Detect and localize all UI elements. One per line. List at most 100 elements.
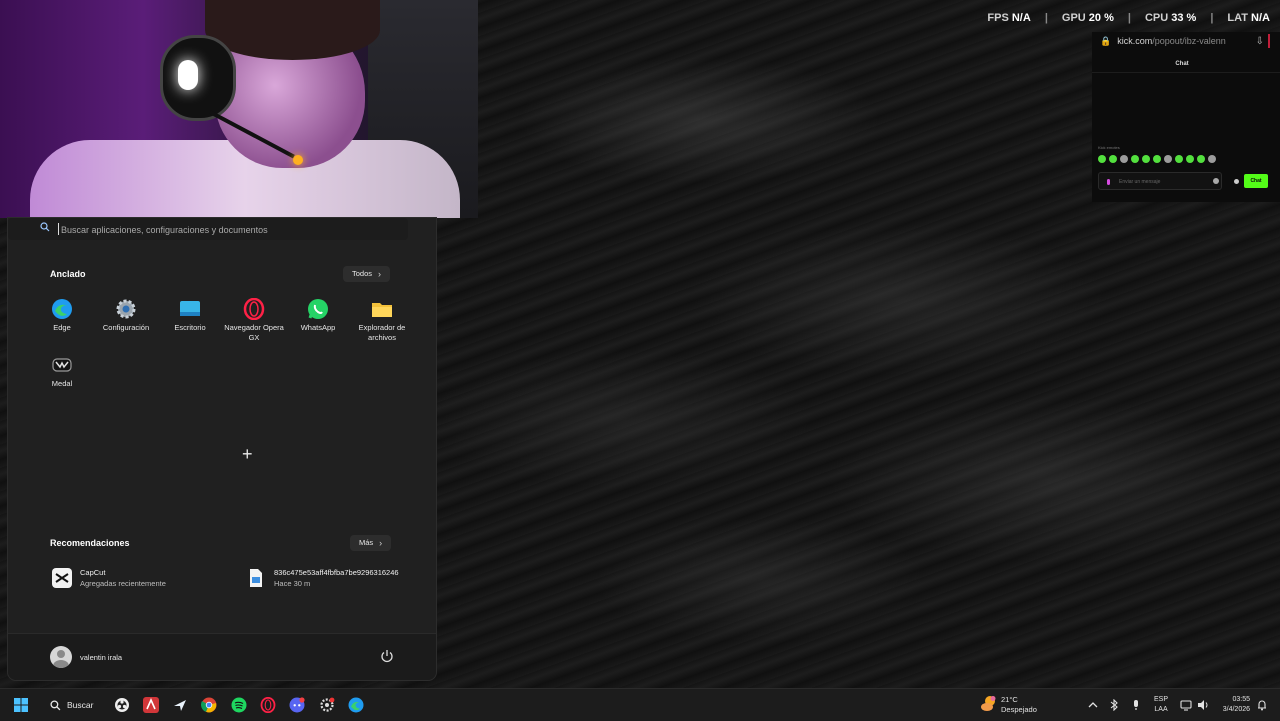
emote-icon[interactable]	[1120, 155, 1128, 163]
user-account-button[interactable]: valentin irala	[50, 646, 122, 668]
app-label: WhatsApp	[300, 323, 336, 332]
stat-separator: |	[1127, 12, 1131, 24]
pinned-app-medal[interactable]: Medal	[30, 354, 94, 389]
chevron-right-icon: ›	[378, 269, 382, 279]
headset-mic-tip	[293, 155, 303, 165]
weather-widget[interactable]: 21°C Despejado	[1001, 695, 1037, 715]
pinned-title: Anclado	[50, 269, 86, 279]
url-domain: kick.com	[1117, 36, 1153, 46]
opera-gx-icon[interactable]	[260, 697, 276, 713]
emote-icon[interactable]	[1153, 155, 1161, 163]
app-label: Medal	[51, 379, 73, 388]
folder-icon	[371, 298, 393, 320]
riot-icon[interactable]	[143, 697, 159, 713]
start-menu-footer: valentin irala	[8, 633, 436, 680]
pinned-app-file-explorer[interactable]: Explorador de archivos	[350, 298, 414, 343]
pinned-app-settings[interactable]: Configuración	[94, 298, 158, 333]
weather-sun-icon[interactable]	[980, 695, 998, 713]
app-label: Edge	[53, 323, 71, 332]
pinned-app-desktop[interactable]: Escritorio	[158, 298, 222, 333]
emote-icon[interactable]	[1197, 155, 1205, 163]
volume-icon[interactable]	[1197, 699, 1209, 711]
emote-icon[interactable]	[1098, 155, 1106, 163]
emote-icon[interactable]	[1109, 155, 1117, 163]
spotify-icon[interactable]	[231, 697, 247, 713]
emote-icon[interactable]	[1142, 155, 1150, 163]
stat-separator: |	[1044, 12, 1048, 24]
recommendation-file[interactable]: 836c475e53aff4fbfba7be9296316246 Hace 30…	[246, 568, 399, 588]
settings-icon[interactable]	[319, 697, 335, 713]
avatar	[50, 646, 72, 668]
mic-indicator-icon	[1107, 179, 1110, 185]
chat-divider	[1092, 72, 1280, 73]
whatsapp-icon	[307, 298, 329, 320]
power-icon[interactable]	[380, 649, 394, 663]
chevron-up-icon[interactable]	[1087, 699, 1099, 711]
file-icon	[246, 568, 266, 588]
chat-title: Chat	[1175, 61, 1189, 67]
webcam-person-hair	[205, 0, 380, 60]
download-icon[interactable]: ⇩	[1256, 36, 1264, 47]
headset-light	[178, 60, 198, 90]
discord-icon[interactable]	[289, 697, 305, 713]
start-icon[interactable]	[13, 697, 29, 713]
input-language-indicator[interactable]: ESP LAA	[1154, 695, 1168, 715]
system-clock[interactable]: 03:55 3/4/2026	[1216, 695, 1250, 715]
start-search-bar[interactable]	[8, 218, 408, 240]
bluetooth-icon[interactable]	[1108, 699, 1120, 711]
keyboard-layout: LAA	[1154, 706, 1168, 713]
more-recommendations-button[interactable]: Más ›	[350, 535, 392, 551]
microphone-icon[interactable]	[1130, 699, 1142, 711]
recommendation-subtitle: Hace 30 m	[274, 579, 311, 588]
chat-send-button[interactable]: Chat	[1244, 174, 1268, 188]
recommendation-capcut[interactable]: CapCut Agregadas recientemente	[52, 568, 166, 588]
app-label: Configuración	[102, 323, 150, 332]
desktop-icon	[179, 298, 201, 320]
pinned-app-opera-gx[interactable]: Navegador Opera GX	[222, 297, 286, 343]
chat-message-input[interactable]: Enviar un mensaje	[1098, 172, 1222, 190]
taskbar-search-button[interactable]: Buscar	[50, 696, 93, 714]
taskbar-search-label: Buscar	[67, 700, 94, 710]
emote-icon[interactable]	[1175, 155, 1183, 163]
app-label: Explorador de archivos	[358, 323, 406, 342]
weather-temperature: 21°C	[1001, 695, 1018, 704]
start-search-input[interactable]	[59, 221, 393, 239]
network-monitor-icon[interactable]	[1180, 699, 1192, 711]
emote-icon[interactable]	[1208, 155, 1216, 163]
more-label: Más	[359, 538, 374, 547]
emote-row	[1098, 155, 1216, 163]
performance-overlay: FPS N/A | GPU 20 % | CPU 33 % | LAT N/A	[987, 12, 1270, 24]
weather-description: Despejado	[1001, 705, 1037, 714]
kick-chat-popup[interactable]: 🔒 kick.com/popout/ibz-valenn ⇩ Chat Kick …	[1092, 32, 1280, 202]
all-apps-button[interactable]: Todos ›	[343, 266, 391, 282]
lat-stat: LAT N/A	[1227, 12, 1270, 24]
edge-icon[interactable]	[348, 697, 364, 713]
user-name: valentin irala	[80, 652, 123, 662]
cpu-stat: CPU 33 %	[1144, 12, 1197, 24]
chat-settings-icon[interactable]	[1234, 179, 1239, 184]
address-bar[interactable]: 🔒 kick.com/popout/ibz-valenn	[1100, 36, 1226, 47]
pinned-app-edge[interactable]: Edge	[30, 298, 94, 333]
emoji-icon[interactable]	[1213, 178, 1219, 184]
steam-icon[interactable]	[172, 697, 188, 713]
notification-bell-icon[interactable]	[1256, 699, 1268, 711]
address-bar-accent	[1268, 34, 1270, 48]
clock-time: 03:55	[1232, 696, 1250, 703]
medal-icon	[51, 354, 73, 376]
edge-icon	[51, 298, 73, 320]
fps-stat: FPS N/A	[987, 12, 1031, 24]
mouse-cursor-crosshair-icon: +	[242, 444, 253, 464]
chrome-icon[interactable]	[201, 697, 217, 713]
search-icon	[50, 699, 61, 710]
all-apps-label: Todos	[352, 269, 373, 278]
app-label: Navegador Opera GX	[224, 323, 284, 342]
gpu-stat: GPU 20 %	[1061, 12, 1114, 24]
emote-icon[interactable]	[1186, 155, 1194, 163]
settings-gear-icon	[115, 298, 137, 320]
opera-gx-icon	[243, 297, 265, 321]
pinned-app-whatsapp[interactable]: WhatsApp	[286, 298, 350, 333]
obs-icon[interactable]	[114, 697, 130, 713]
emote-icon[interactable]	[1164, 155, 1172, 163]
chat-input-placeholder: Enviar un mensaje	[1119, 179, 1161, 185]
emote-icon[interactable]	[1131, 155, 1139, 163]
